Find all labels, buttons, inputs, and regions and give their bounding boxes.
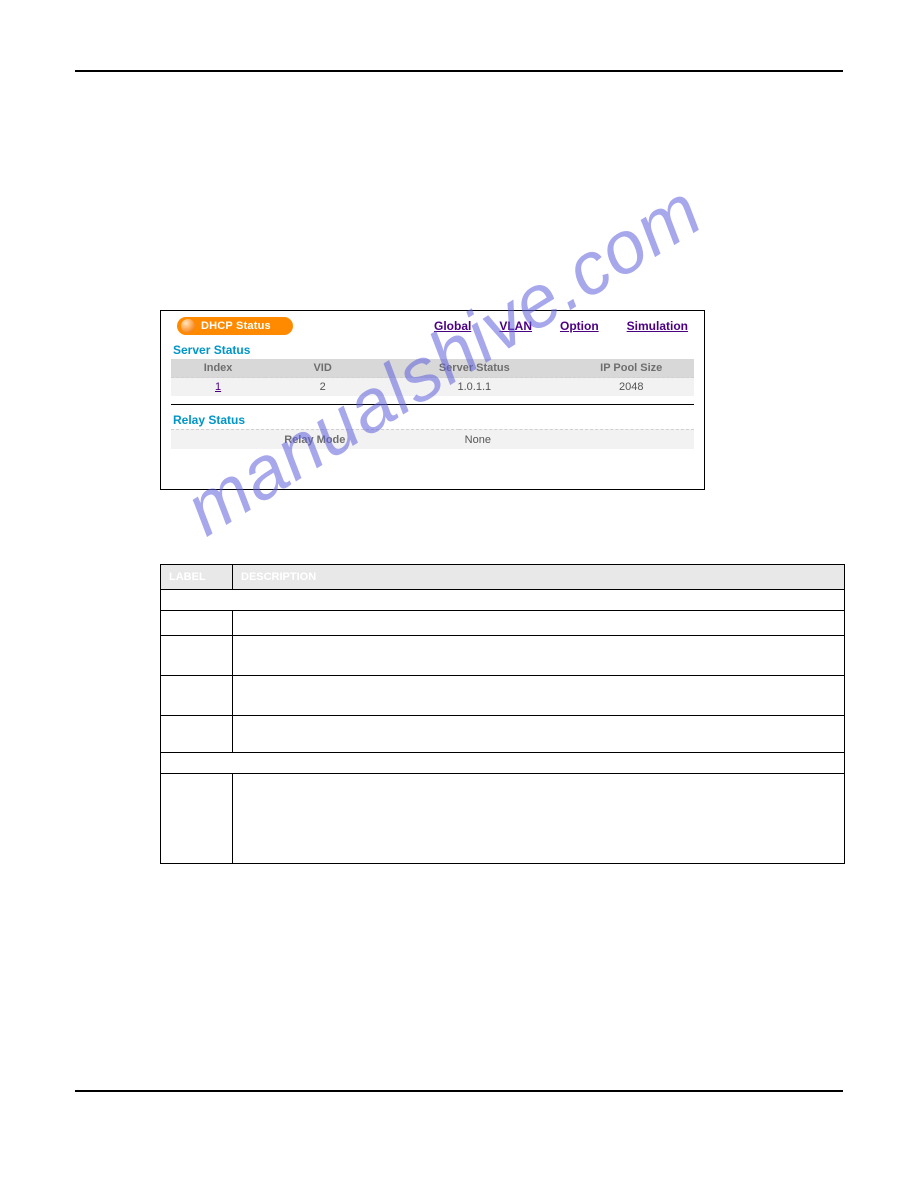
figure-dhcp-status: DHCP Status Global VLAN Option Simulatio… bbox=[160, 310, 705, 490]
link-global[interactable]: Global bbox=[434, 319, 471, 333]
relay-mode-label: Relay Mode bbox=[171, 429, 459, 449]
section-relay-status: Relay Status bbox=[161, 753, 845, 774]
table-row: 1 2 1.0.1.1 2048 bbox=[171, 378, 694, 397]
desc-head-label: LABEL bbox=[161, 565, 233, 590]
rule-top bbox=[75, 70, 843, 72]
col-server-status: Server Status bbox=[380, 359, 568, 378]
figure-nav-links: Global VLAN Option Simulation bbox=[434, 319, 688, 333]
intro-line-1: Click IP Application > DHCP in the navig… bbox=[160, 145, 624, 163]
relay-row: Relay Mode None bbox=[171, 429, 694, 449]
title-pill-text: DHCP Status bbox=[201, 320, 271, 332]
title-pill: DHCP Status bbox=[177, 317, 293, 335]
fig-divider bbox=[171, 404, 694, 405]
table-row: Relay ModeThis field displays: • None – … bbox=[161, 774, 845, 864]
col-ip-pool-size: IP Pool Size bbox=[568, 359, 694, 378]
col-vid: VID bbox=[265, 359, 380, 378]
footer-page: 272 bbox=[80, 1098, 100, 1112]
link-simulation[interactable]: Simulation bbox=[627, 319, 688, 333]
col-index: Index bbox=[171, 359, 265, 378]
section-server-status: Server Status bbox=[161, 590, 845, 611]
heading-dhcp-status: 30.8 DHCP Status bbox=[105, 115, 268, 138]
footer-doc: MGS-3712/MGS-3712F User's Guide bbox=[639, 1098, 838, 1112]
table-row: VIDThis field displays the VLAN ID for w… bbox=[161, 636, 845, 676]
link-vlan[interactable]: VLAN bbox=[499, 319, 532, 333]
chapter-label: Chapter 30 DHCP bbox=[741, 50, 838, 64]
cell-vid: 2 bbox=[265, 378, 380, 397]
intro-line-2: Use this screen to configure DHCP settin… bbox=[160, 230, 597, 248]
sphere-icon bbox=[181, 319, 195, 333]
description-table: LABEL DESCRIPTION Server Status IndexThi… bbox=[160, 564, 845, 864]
table-row: IP Pool SizeThis field displays the size… bbox=[161, 716, 845, 753]
cell-pool: 2048 bbox=[568, 378, 694, 397]
heading-main-dhcp-status: Main DHCP Status bbox=[105, 200, 239, 218]
table-row: Server StatusThis field displays the sta… bbox=[161, 676, 845, 716]
cell-server-status: 1.0.1.1 bbox=[380, 378, 568, 397]
relay-mode-value: None bbox=[459, 429, 694, 449]
figure-caption: Figure 130 IP Application > DHCP > Statu… bbox=[160, 296, 380, 308]
server-status-table: Index VID Server Status IP Pool Size 1 2… bbox=[171, 359, 694, 396]
relay-status-label: Relay Status bbox=[173, 413, 694, 427]
table-caption: Table 104 IP Application > DHCP > Status bbox=[160, 550, 845, 562]
server-status-label: Server Status bbox=[173, 343, 694, 357]
description-table-wrap: Table 104 IP Application > DHCP > Status… bbox=[160, 550, 845, 864]
index-link[interactable]: 1 bbox=[215, 381, 221, 393]
rule-bottom bbox=[75, 1090, 843, 1092]
figure-title-row: DHCP Status Global VLAN Option Simulatio… bbox=[171, 317, 694, 335]
desc-head-desc: DESCRIPTION bbox=[233, 565, 845, 590]
table-row: IndexThis field displays the index numbe… bbox=[161, 611, 845, 636]
link-option[interactable]: Option bbox=[560, 319, 599, 333]
